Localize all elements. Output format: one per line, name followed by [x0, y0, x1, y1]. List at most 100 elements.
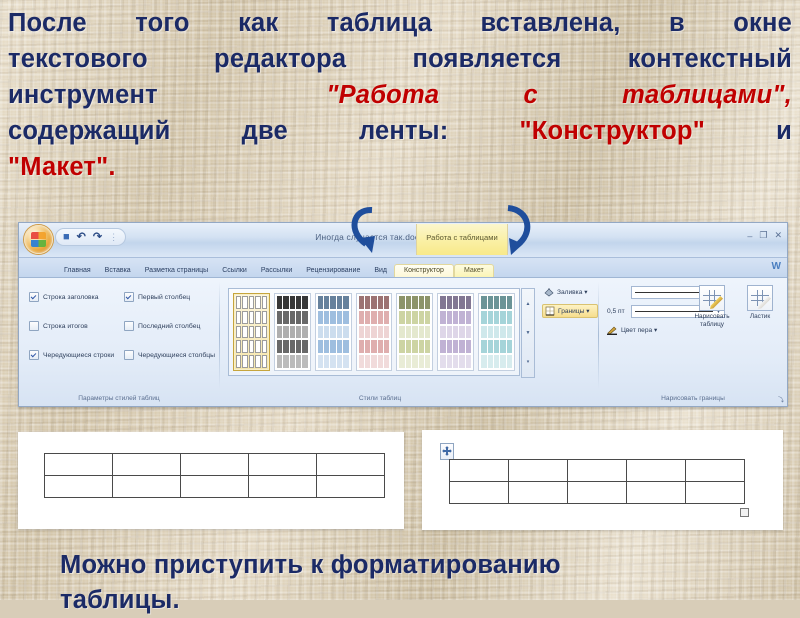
- table-cell[interactable]: [567, 481, 627, 504]
- table-cell[interactable]: [685, 481, 745, 504]
- word-help-icon[interactable]: W: [772, 261, 781, 272]
- draw-tool-buttons[interactable]: Нарисовать таблицу Ластик: [691, 285, 781, 329]
- table-cell[interactable]: [626, 459, 686, 482]
- table-style-red[interactable]: [355, 293, 393, 371]
- ribbon-tab-рассылки[interactable]: Рассылки: [254, 265, 299, 277]
- draw-table-button[interactable]: Нарисовать таблицу: [691, 285, 733, 329]
- ribbon-tab-вид[interactable]: Вид: [367, 265, 394, 277]
- thumb-cell: [324, 310, 330, 324]
- ribbon-tab-ссылки[interactable]: Ссылки: [215, 265, 254, 277]
- thumb-cell: [377, 325, 384, 339]
- checkbox-label: Строка заголовка: [43, 293, 99, 301]
- pen-color-icon: [607, 326, 617, 335]
- checkbox-row-4[interactable]: Последний столбец: [124, 321, 219, 331]
- table-row[interactable]: [44, 475, 385, 498]
- table-style-plain[interactable]: [233, 293, 270, 371]
- thumb-cell: [481, 325, 487, 339]
- thumb-cell: [317, 340, 324, 354]
- checkbox-row-1[interactable]: Строка заголовка: [29, 292, 124, 302]
- borders-button[interactable]: Границы ▾: [542, 304, 598, 318]
- table-style-olive[interactable]: [396, 293, 434, 371]
- eraser-button[interactable]: Ластик: [739, 285, 781, 329]
- thumb-row: [358, 310, 390, 324]
- table-style-purple[interactable]: [437, 293, 475, 371]
- thumb-cell: [459, 325, 465, 339]
- fill-button[interactable]: Заливка ▾: [544, 287, 598, 297]
- table-cell[interactable]: [180, 475, 249, 498]
- thumb-cell: [336, 325, 343, 339]
- gallery-scrollbar[interactable]: ▲ ▼ ▾: [521, 288, 535, 378]
- table-cell[interactable]: [112, 453, 181, 476]
- table-cell[interactable]: [316, 475, 385, 498]
- checkbox-icon[interactable]: [29, 292, 39, 302]
- checkbox-icon[interactable]: [29, 321, 39, 331]
- thumb-row: [481, 340, 513, 354]
- table-cell[interactable]: [567, 459, 627, 482]
- checkbox-row-6[interactable]: Чередующиеся столбцы: [124, 350, 219, 360]
- table-styles-gallery[interactable]: [228, 288, 520, 376]
- thumb-cell: [255, 340, 261, 354]
- window-controls[interactable]: – ❐ ✕: [747, 230, 782, 241]
- thumb-cell: [506, 296, 513, 309]
- table-cell[interactable]: [685, 459, 745, 482]
- gallery-scroll-down-icon[interactable]: ▼: [526, 330, 531, 336]
- table-row[interactable]: [449, 459, 745, 482]
- thumb-cell: [283, 355, 289, 368]
- thumb-cell: [500, 310, 506, 324]
- ribbon-tab-главная[interactable]: Главная: [57, 265, 98, 277]
- thumb-row: [358, 355, 390, 368]
- ribbon-tab-макет[interactable]: Макет: [453, 264, 494, 277]
- table-resize-handle-icon[interactable]: [740, 508, 749, 517]
- table-style-options-checkbox-grid[interactable]: Строка заголовка Первый столбец Строка ито…: [29, 292, 215, 360]
- thumb-cell: [399, 355, 405, 368]
- thumb-cell: [324, 296, 330, 309]
- checkbox-icon[interactable]: [29, 350, 39, 360]
- ribbon-tab-разметка-страницы[interactable]: Разметка страницы: [138, 265, 216, 277]
- gallery-more-icon[interactable]: ▾: [527, 359, 530, 365]
- gallery-scroll-up-icon[interactable]: ▲: [526, 301, 531, 307]
- thumb-cell: [364, 355, 371, 368]
- checkbox-icon[interactable]: [124, 350, 134, 360]
- checkbox-icon[interactable]: [124, 321, 134, 331]
- table-cell[interactable]: [449, 481, 509, 504]
- thumb-cell: [255, 325, 261, 339]
- ribbon-tab-рецензирование[interactable]: Рецензирование: [299, 265, 367, 277]
- table-cell[interactable]: [44, 453, 113, 476]
- table-cell[interactable]: [449, 459, 509, 482]
- table-cell[interactable]: [626, 481, 686, 504]
- close-button[interactable]: ✕: [774, 230, 782, 241]
- table-cell[interactable]: [44, 475, 113, 498]
- table-style-blue[interactable]: [314, 293, 352, 371]
- thumb-cell: [418, 340, 424, 354]
- thumb-cell: [493, 325, 500, 339]
- table-cell[interactable]: [248, 475, 317, 498]
- thumb-row: [399, 325, 431, 339]
- checkbox-icon[interactable]: [124, 292, 134, 302]
- table-row[interactable]: [449, 481, 745, 504]
- table-cell[interactable]: [248, 453, 317, 476]
- minimize-button[interactable]: –: [747, 231, 752, 241]
- draw-borders-dialog-launcher[interactable]: ⤵: [778, 395, 784, 404]
- checkbox-label: Последний столбец: [138, 322, 201, 330]
- ribbon-tab-конструктор[interactable]: Конструктор: [394, 264, 454, 277]
- table-cell[interactable]: [316, 453, 385, 476]
- table-cell[interactable]: [508, 459, 568, 482]
- inserted-table-right[interactable]: [449, 459, 745, 504]
- ribbon-tab-вставка[interactable]: Вставка: [98, 265, 138, 277]
- table-cell[interactable]: [180, 453, 249, 476]
- checkbox-row-3[interactable]: Строка итогов: [29, 321, 124, 331]
- table-cell[interactable]: [112, 475, 181, 498]
- window-title: Иногда случается так.docx - Microsoft Wo…: [315, 232, 491, 242]
- checkbox-row-2[interactable]: Первый столбец: [124, 292, 219, 302]
- table-style-aqua[interactable]: [478, 293, 516, 371]
- thumb-cell: [440, 355, 446, 368]
- restore-button[interactable]: ❐: [759, 230, 767, 241]
- table-move-handle-icon[interactable]: [440, 443, 454, 460]
- inserted-table-left[interactable]: [44, 453, 385, 498]
- ribbon-tab-strip[interactable]: Главная Вставка Разметка страницы Ссылки Рас…: [19, 258, 787, 278]
- table-row[interactable]: [44, 453, 385, 476]
- checkbox-row-5[interactable]: Чередующиеся строки: [29, 350, 124, 360]
- table-cell[interactable]: [508, 481, 568, 504]
- table-style-dark[interactable]: [273, 293, 311, 371]
- thumb-cell: [424, 340, 431, 354]
